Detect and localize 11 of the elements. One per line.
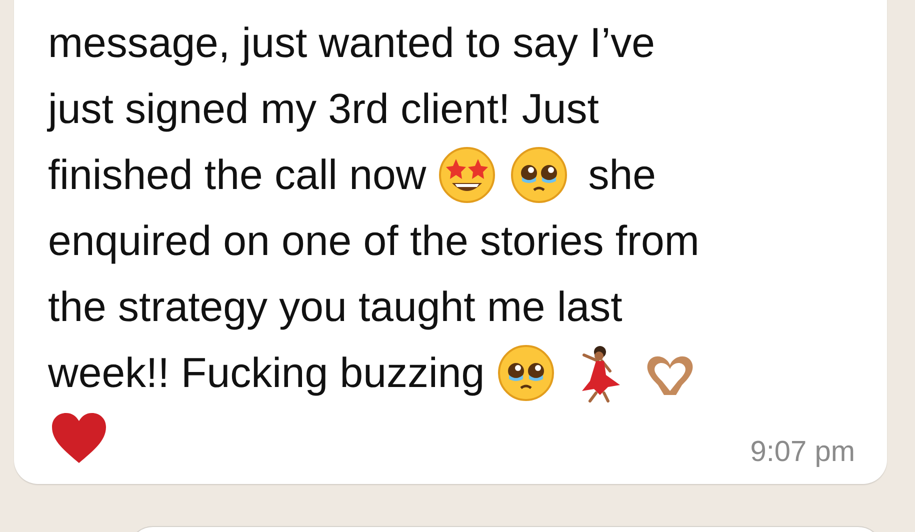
message-text: just signed my 3rd client! Just bbox=[48, 84, 599, 134]
message-text: week!! Fucking buzzing bbox=[48, 348, 485, 398]
message-text: the strategy you taught me last bbox=[48, 282, 622, 332]
teary-face-icon bbox=[509, 145, 570, 205]
star-eyes-face-icon bbox=[437, 145, 498, 205]
message-text: message, just wanted to say I’ve bbox=[48, 18, 655, 68]
message-text: finished the call now bbox=[48, 150, 426, 200]
teary-face-icon bbox=[496, 343, 556, 403]
message-time: 9:07 pm bbox=[750, 435, 855, 470]
message-text: she bbox=[588, 150, 656, 200]
message-text: enquired on one of the stories from bbox=[48, 216, 700, 266]
